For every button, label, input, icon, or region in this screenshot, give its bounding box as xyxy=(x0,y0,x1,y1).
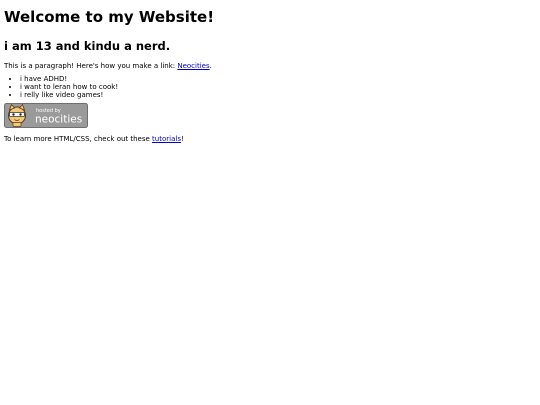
intro-paragraph-suffix: . xyxy=(209,62,212,70)
badge-brand-text: neocities xyxy=(35,114,82,126)
learn-more-suffix: ! xyxy=(180,135,184,143)
page-body: Welcome to my Website! i am 13 and kindu… xyxy=(0,0,540,144)
list-item: i have ADHD! xyxy=(20,75,540,83)
list-item: i want to leran how to cook! xyxy=(20,83,540,91)
list-item: i relly like video games! xyxy=(20,91,540,99)
neocities-link[interactable]: Neocities xyxy=(177,62,209,70)
page-title: Welcome to my Website! xyxy=(4,8,215,26)
learn-more-paragraph: To learn more HTML/CSS, check out these … xyxy=(4,135,540,144)
facts-list: i have ADHD! i want to leran how to cook… xyxy=(4,75,540,99)
intro-paragraph-text: This is a paragraph! Here's how you make… xyxy=(4,62,178,70)
tutorials-link[interactable]: tutorials xyxy=(152,135,181,143)
hosted-by-neocities-badge[interactable]: hosted by neocities xyxy=(4,103,88,128)
page-subtitle: i am 13 and kindu a nerd. xyxy=(4,39,171,53)
learn-more-text: To learn more HTML/CSS, check out these xyxy=(4,135,153,143)
intro-paragraph: This is a paragraph! Here's how you make… xyxy=(4,62,540,71)
neocities-badge-image: hosted by neocities xyxy=(4,103,88,128)
